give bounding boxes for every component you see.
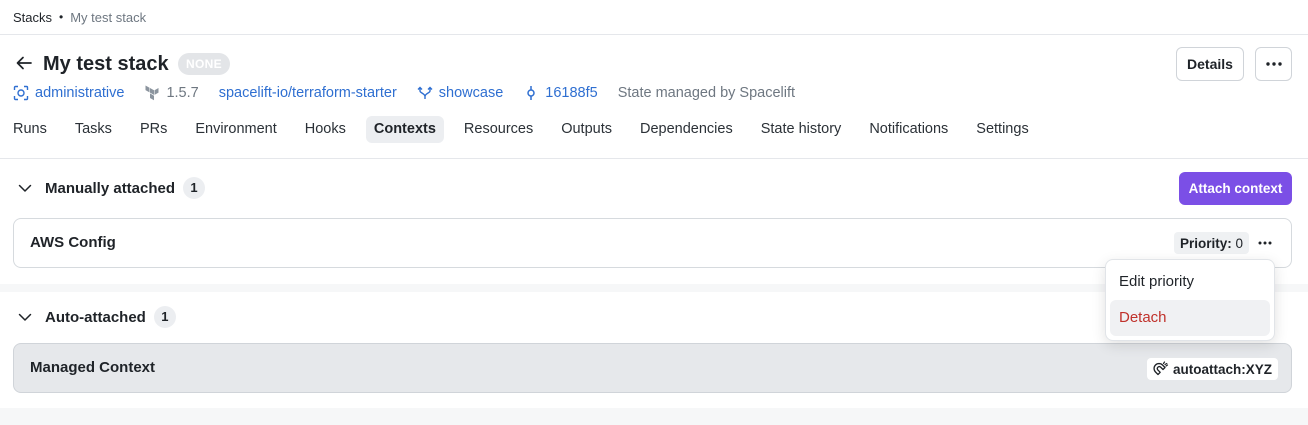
ellipsis-icon (1258, 241, 1272, 245)
breadcrumb-separator: • (59, 10, 64, 24)
context-card[interactable]: AWS Config Priority: 0 (13, 218, 1292, 268)
tab-outputs[interactable]: Outputs (553, 116, 620, 143)
page-footer-band (0, 408, 1308, 425)
manual-section-toggle[interactable]: Manually attached 1 (17, 176, 206, 200)
repository-link[interactable]: spacelift-io/terraform-starter (219, 85, 397, 101)
tab-state-history[interactable]: State history (753, 116, 850, 143)
autoattach-label: autoattach:XYZ (1147, 358, 1279, 380)
tab-contexts[interactable]: Contexts (365, 116, 444, 143)
arrow-left-icon[interactable] (14, 53, 34, 73)
details-button[interactable]: Details (1176, 47, 1244, 81)
tab-hooks[interactable]: Hooks (297, 116, 354, 143)
breadcrumb-current: My test stack (70, 9, 147, 25)
attach-context-button[interactable]: Attach context (1179, 172, 1292, 205)
breadcrumb-divider (0, 34, 1308, 35)
chevron-down-icon (18, 184, 32, 192)
commit-link[interactable]: 16188f5 (523, 85, 598, 101)
menu-item-detach[interactable]: Detach (1110, 300, 1270, 336)
priority-label: Priority: (1180, 235, 1232, 251)
auto-section-toggle[interactable]: Auto-attached 1 (17, 305, 176, 329)
page-title: My test stack (43, 53, 169, 75)
auto-section-title: Auto-attached (45, 308, 146, 326)
tab-environment[interactable]: Environment (187, 116, 284, 143)
chevron-down-icon (18, 313, 32, 321)
context-name: Managed Context (30, 359, 156, 376)
context-actions-button[interactable] (1254, 232, 1276, 254)
stack-tabs: Runs Tasks PRs Environment Hooks Context… (13, 116, 1049, 143)
state-badge: NONE (178, 53, 230, 75)
tab-resources[interactable]: Resources (456, 116, 541, 143)
tab-settings[interactable]: Settings (968, 116, 1036, 143)
tab-prs[interactable]: PRs (132, 116, 175, 143)
menu-item-edit-priority[interactable]: Edit priority (1110, 264, 1270, 300)
state-note-label: State managed by Spacelift (617, 85, 796, 101)
tabs-divider (0, 158, 1308, 159)
priority-value: 0 (1235, 235, 1244, 251)
tab-tasks[interactable]: Tasks (67, 116, 120, 143)
manual-section-title: Manually attached (45, 179, 176, 197)
branch-link[interactable]: showcase (417, 85, 503, 101)
state-note: State managed by Spacelift (618, 85, 795, 101)
terraform-version: 1.5.7 (144, 85, 199, 101)
terraform-icon (145, 85, 159, 101)
tab-notifications[interactable]: Notifications (861, 116, 956, 143)
more-actions-button[interactable] (1255, 47, 1292, 81)
version-label: 1.5.7 (166, 85, 199, 101)
commit-icon (527, 86, 536, 100)
space-icon (13, 85, 29, 101)
stack-meta: administrative 1.5.7 spacelift-io/terraf… (13, 83, 815, 103)
tab-runs[interactable]: Runs (5, 116, 55, 143)
manual-count-badge: 1 (183, 177, 206, 199)
repository-label: spacelift-io/terraform-starter (218, 85, 397, 101)
branch-label: showcase (438, 85, 504, 101)
priority-badge: Priority: 0 (1174, 232, 1250, 254)
auto-count-badge: 1 (153, 306, 176, 328)
breadcrumb-stacks-link[interactable]: Stacks (13, 10, 52, 25)
tab-dependencies[interactable]: Dependencies (632, 116, 741, 143)
commit-label: 16188f5 (545, 85, 598, 101)
ellipsis-icon (1265, 62, 1282, 66)
autoattach-label-text: autoattach:XYZ (1173, 361, 1273, 377)
context-card[interactable]: Managed Context autoattach:XYZ (13, 343, 1292, 393)
magnet-icon (1153, 361, 1169, 376)
context-actions-menu: Edit priority Detach (1105, 259, 1275, 341)
space-link[interactable]: administrative (13, 85, 124, 101)
branch-icon (417, 86, 433, 99)
context-name: AWS Config (30, 234, 116, 251)
space-label: administrative (35, 85, 125, 101)
breadcrumb: Stacks • My test stack (13, 9, 146, 25)
